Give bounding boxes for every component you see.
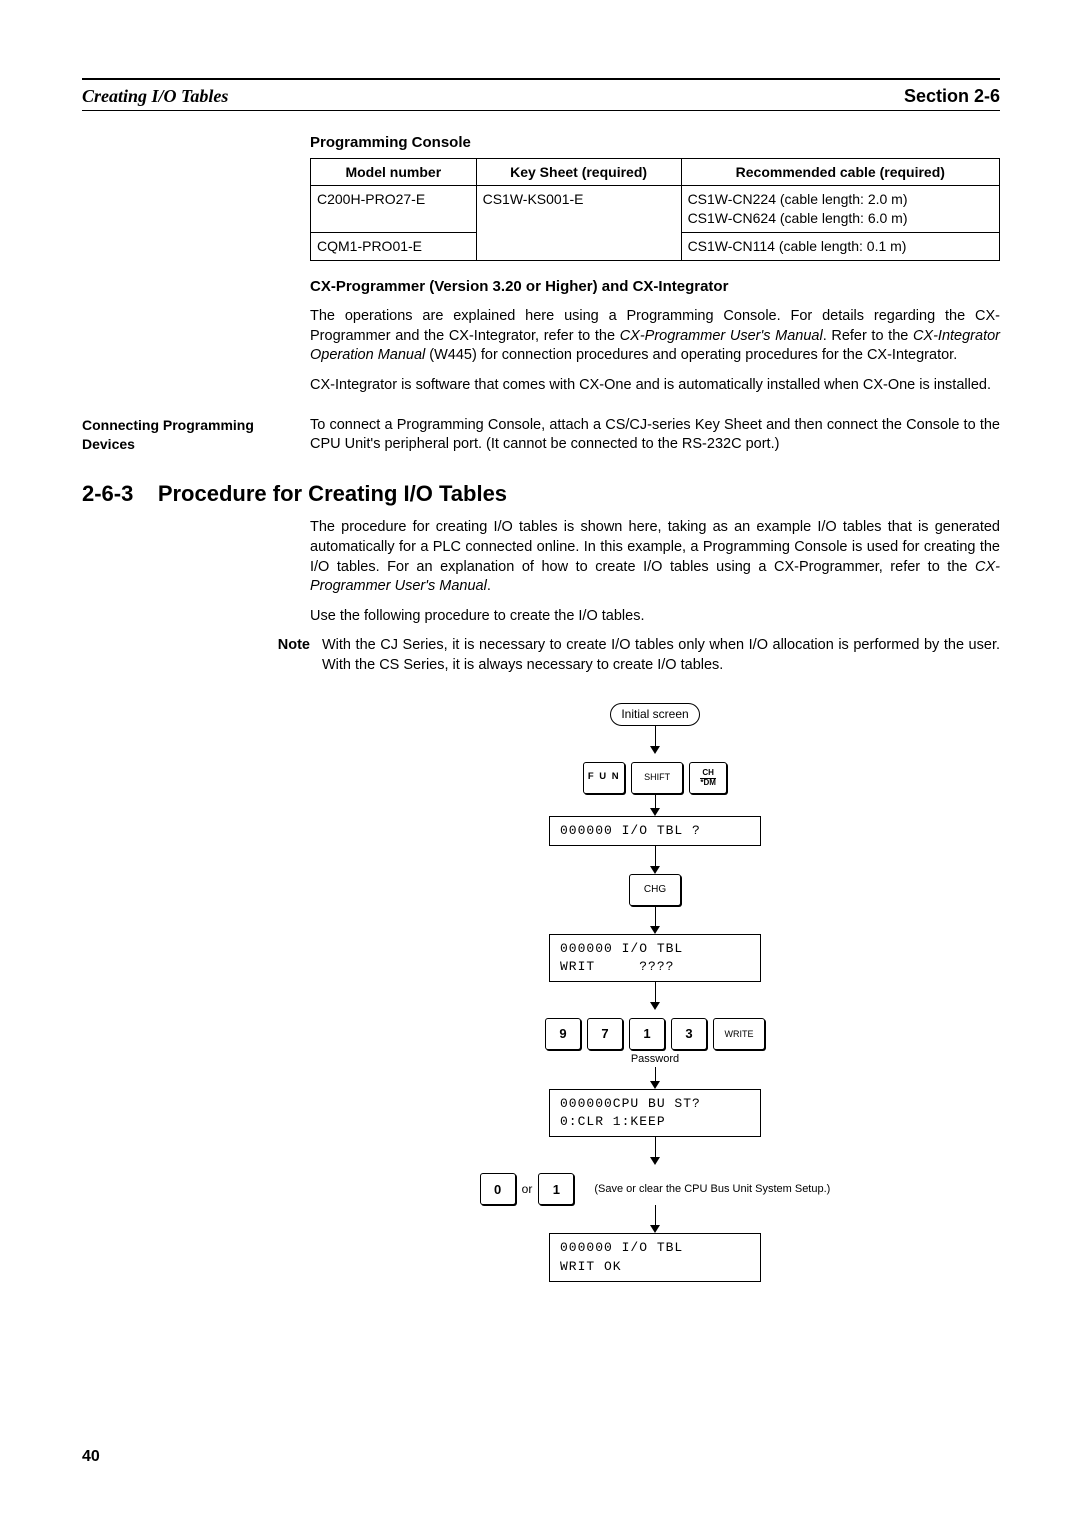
arrow-down-icon [650, 1137, 660, 1165]
key-shift: SHIFT [631, 762, 683, 794]
cxprog-heading: CX-Programmer (Version 3.20 or Higher) a… [310, 277, 1000, 297]
setup-annotation: (Save or clear the CPU Bus Unit System S… [594, 1182, 830, 1197]
th-cable: Recommended cable (required) [681, 158, 999, 186]
fc-lcd-3: 000000CPU BU ST? 0:CLR 1:KEEP [549, 1089, 761, 1137]
s263-para2: Use the following procedure to create th… [310, 607, 1000, 627]
lcd-line: WRIT ???? [560, 959, 674, 974]
connect-body: To connect a Programming Console, attach… [310, 416, 1000, 455]
th-keysheet: Key Sheet (required) [476, 158, 681, 186]
text: . [487, 578, 491, 594]
page-number: 40 [82, 1446, 100, 1468]
password-label: Password [631, 1052, 679, 1067]
key-1: 1 [629, 1018, 665, 1050]
fc-digits-row: 9 7 1 3 WRITE [545, 1018, 765, 1050]
flowchart: Initial screen F U N SHIFT CH *DM 000000… [310, 703, 1000, 1281]
key-fun: F U N [583, 762, 625, 794]
connect-row: Connecting Programming Devices To connec… [82, 416, 1000, 455]
lcd-line: WRIT OK [560, 1259, 622, 1274]
console-table: Model number Key Sheet (required) Recomm… [310, 158, 1000, 262]
arrow-down-icon [650, 794, 660, 816]
key-3: 3 [671, 1018, 707, 1050]
header-title-right: Section 2-6 [904, 84, 1000, 108]
key-1b: 1 [538, 1173, 574, 1205]
key-write: WRITE [713, 1018, 765, 1050]
lcd-line: 000000CPU BU ST? [560, 1096, 701, 1111]
key-ch-bot: *DM [700, 779, 716, 786]
lcd-line: 000000 I/O TBL [560, 1240, 683, 1255]
text: The procedure for creating I/O tables is… [310, 519, 1000, 574]
arrow-down-icon [650, 906, 660, 934]
text: (W445) for connection procedures and ope… [425, 347, 957, 363]
table-caption: Programming Console [310, 133, 1000, 153]
connect-side-label: Connecting Programming Devices [82, 416, 310, 455]
lcd-line: 000000 I/O TBL [560, 941, 683, 956]
s263-para1: The procedure for creating I/O tables is… [310, 518, 1000, 596]
arrow-down-icon [650, 982, 660, 1010]
cable-line: CS1W-CN624 (cable length: 6.0 m) [688, 210, 908, 226]
fc-zero-one-row: 0 or 1 (Save or clear the CPU Bus Unit S… [480, 1173, 831, 1205]
key-7: 7 [587, 1018, 623, 1050]
header-title-left: Creating I/O Tables [82, 84, 228, 108]
arrow-down-icon [650, 846, 660, 874]
arrow-down-icon [650, 1067, 660, 1089]
fc-lcd-2: 000000 I/O TBL WRIT ???? [549, 934, 761, 982]
page-header: Creating I/O Tables Section 2-6 [82, 84, 1000, 111]
text: . Refer to the [823, 328, 913, 344]
cell-keysheet: CS1W-KS001-E [476, 186, 681, 261]
fc-lcd-1: 000000 I/O TBL ? [549, 816, 761, 846]
key-9: 9 [545, 1018, 581, 1050]
fc-lcd-4: 000000 I/O TBL WRIT OK [549, 1233, 761, 1281]
arrow-down-icon [650, 726, 660, 754]
arrow-down-icon [650, 1205, 660, 1233]
section-number: 2-6-3 [82, 481, 133, 506]
cell-model: C200H-PRO27-E [311, 186, 477, 233]
table-row: C200H-PRO27-E CS1W-KS001-E CS1W-CN224 (c… [311, 186, 1000, 233]
note-body: With the CJ Series, it is necessary to c… [322, 636, 1000, 675]
cell-cable: CS1W-CN224 (cable length: 2.0 m) CS1W-CN… [681, 186, 999, 233]
section-title: Procedure for Creating I/O Tables [158, 481, 507, 506]
key-chg: CHG [629, 874, 681, 906]
key-ch-dm: CH *DM [689, 762, 727, 794]
cable-line: CS1W-CN224 (cable length: 2.0 m) [688, 191, 908, 207]
or-label: or [522, 1181, 533, 1197]
section-heading-263: 2-6-3 Procedure for Creating I/O Tables [82, 479, 1000, 509]
cell-model: CQM1-PRO01-E [311, 233, 477, 261]
programming-console-block: Programming Console Model number Key She… [310, 133, 1000, 395]
fc-keys-row-1: F U N SHIFT CH *DM [583, 762, 727, 794]
note-label: Note [254, 636, 322, 675]
cell-cable: CS1W-CN114 (cable length: 0.1 m) [681, 233, 999, 261]
section263-body: The procedure for creating I/O tables is… [310, 518, 1000, 626]
th-model: Model number [311, 158, 477, 186]
top-rule [82, 78, 1000, 80]
fc-initial-screen: Initial screen [610, 703, 699, 725]
cxprog-para1: The operations are explained here using … [310, 307, 1000, 366]
cxprog-para2: CX-Integrator is software that comes wit… [310, 376, 1000, 396]
note-row: Note With the CJ Series, it is necessary… [82, 636, 1000, 675]
flowchart-container: Initial screen F U N SHIFT CH *DM 000000… [310, 703, 1000, 1281]
text-italic: CX-Programmer User's Manual [620, 328, 823, 344]
lcd-line: 0:CLR 1:KEEP [560, 1114, 666, 1129]
key-0: 0 [480, 1173, 516, 1205]
